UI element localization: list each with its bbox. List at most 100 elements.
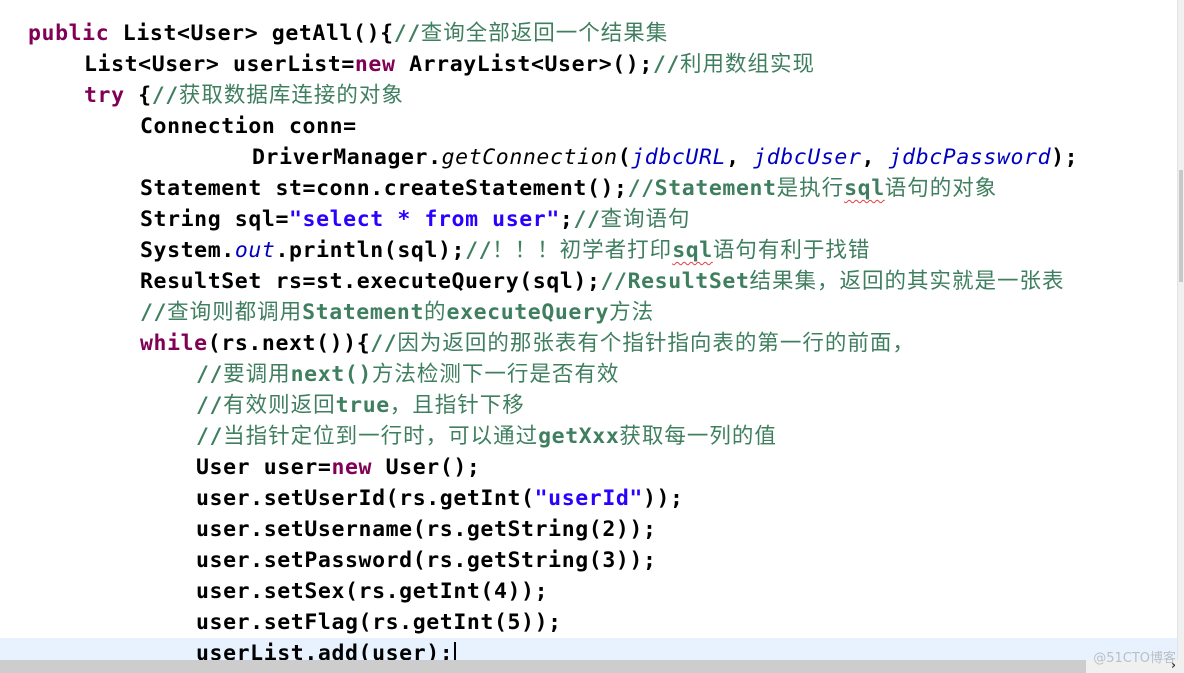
- comment-text: 语句有利于找错: [712, 238, 871, 263]
- code-token: user.setSex(rs.getInt(4));: [196, 579, 548, 604]
- horizontal-scrollbar[interactable]: ›: [0, 658, 1184, 673]
- token-text: List<User> userList=: [84, 52, 355, 77]
- token-text: getXxx: [538, 424, 620, 449]
- comment-token: //查询全部返回一个结果集: [394, 21, 669, 46]
- token-text: jdbcUser: [753, 145, 862, 170]
- token-text: Connection conn=: [140, 114, 357, 139]
- token-text: Statement: [302, 300, 425, 325]
- token-text: //: [393, 21, 421, 46]
- comment-token: //查询则都调用: [140, 300, 302, 325]
- comment-text: 查询语句: [600, 207, 691, 232]
- code-line[interactable]: System.out.println(sql);//！！！初学者打印sql语句有…: [0, 235, 1178, 266]
- code-token: userList.add(user);: [196, 641, 453, 660]
- token-text: executeQuery: [446, 300, 610, 325]
- token-text: ));: [642, 486, 684, 511]
- keyword-token: new: [331, 455, 372, 480]
- token-text: //: [370, 331, 398, 356]
- code-line[interactable]: user.setUsername(rs.getString(2));: [0, 514, 1178, 545]
- code-line[interactable]: User user=new User();: [0, 452, 1178, 483]
- token-text: user.setUsername(rs.getString(2));: [196, 517, 657, 542]
- code-line-content: Connection conn=: [140, 111, 357, 142]
- code-token: User user=: [196, 455, 331, 480]
- field-token: jdbcUser: [753, 145, 861, 170]
- token-text: jdbcURL: [631, 145, 727, 170]
- code-token: List<User> userList=: [84, 52, 355, 77]
- code-line[interactable]: ResultSet rs=st.executeQuery(sql);//Resu…: [0, 266, 1178, 297]
- code-line[interactable]: //有效则返回true，且指针下移: [0, 390, 1178, 421]
- code-line-content: user.setUsername(rs.getString(2));: [196, 514, 657, 545]
- token-text: user.setSex(rs.getInt(4));: [196, 579, 549, 604]
- token-text: User user=: [196, 455, 332, 480]
- token-text: //: [652, 52, 680, 77]
- token-text: //ResultSet: [600, 269, 750, 294]
- vertical-scrollbar-thumb[interactable]: [1179, 170, 1183, 282]
- code-line[interactable]: Statement st=conn.createStatement();//St…: [0, 173, 1178, 204]
- token-text: System.: [140, 238, 235, 263]
- code-line[interactable]: //要调用next()方法检测下一行是否有效: [0, 359, 1178, 390]
- token-text: DriverManager.: [252, 145, 442, 170]
- code-token: User();: [372, 455, 480, 480]
- code-token: (: [618, 145, 632, 170]
- comment-text: 获取数据库连接的对象: [178, 83, 404, 108]
- token-text: ArrayList<User>();: [395, 52, 653, 77]
- token-text: while: [140, 331, 208, 356]
- code-line-content: String sql="select * from user";//查询语句: [140, 204, 691, 235]
- token-text: out: [234, 238, 276, 263]
- code-line[interactable]: //当指针定位到一行时，可以通过getXxx获取每一列的值: [0, 421, 1178, 452]
- code-line[interactable]: //查询则都调用Statement的executeQuery方法: [0, 297, 1178, 328]
- token-text: new: [331, 455, 373, 480]
- comment-text: 方法检测下一行是否有效: [371, 362, 620, 387]
- comment-token: //获取数据库连接的对象: [152, 83, 404, 108]
- code-line[interactable]: user.setFlag(rs.getInt(5));: [0, 607, 1178, 638]
- code-line[interactable]: while(rs.next()){//因为返回的那张表有个指针指向表的第一行的前…: [0, 328, 1178, 359]
- code-token: System.: [140, 238, 235, 263]
- code-line-current[interactable]: userList.add(user);: [0, 638, 1178, 660]
- vertical-scrollbar[interactable]: [1177, 0, 1184, 660]
- comment-text: ，且指针下移: [389, 393, 525, 418]
- code-line[interactable]: DriverManager.getConnection(jdbcURL, jdb…: [0, 142, 1178, 173]
- watermark: @51CTO博客: [1093, 651, 1176, 666]
- field-token: jdbcPassword: [889, 145, 1052, 170]
- token-text: public: [28, 21, 110, 46]
- comment-text: 结果集，返回的其实就是一张表: [749, 269, 1065, 294]
- code-line-content: user.setFlag(rs.getInt(5));: [196, 607, 562, 638]
- code-line[interactable]: List<User> userList=new ArrayList<User>(…: [0, 49, 1178, 80]
- code-editor[interactable]: public List<User> getAll(){//查询全部返回一个结果集…: [0, 0, 1178, 660]
- horizontal-scrollbar-thumb[interactable]: [0, 660, 1086, 673]
- token-text: String sql=: [140, 207, 289, 232]
- token-text: new: [354, 52, 396, 77]
- comment-token: //要调用: [196, 362, 291, 387]
- code-line[interactable]: user.setPassword(rs.getString(3));: [0, 545, 1178, 576]
- comment-token: //因为返回的那张表有个指针指向表的第一行的前面，: [370, 331, 915, 356]
- comment-text: 因为返回的那张表有个指针指向表的第一行的前面，: [397, 331, 915, 356]
- code-token: user.setFlag(rs.getInt(5));: [196, 610, 562, 635]
- code-line[interactable]: String sql="select * from user";//查询语句: [0, 204, 1178, 235]
- comment-token: //当指针定位到一行时，可以通过: [196, 424, 538, 449]
- keyword-token: public: [28, 21, 109, 46]
- method-token: getConnection: [442, 145, 618, 170]
- comment-text: 获取每一列的值: [619, 424, 777, 449]
- code-line[interactable]: user.setSex(rs.getInt(4));: [0, 576, 1178, 607]
- code-token: (rs.next()){: [208, 331, 371, 356]
- token-text: sql: [672, 238, 713, 263]
- token-text: Statement st=conn.createStatement();: [140, 176, 628, 201]
- code-line-content: List<User> userList=new ArrayList<User>(…: [84, 49, 815, 80]
- code-line-content: public List<User> getAll(){//查询全部返回一个结果集: [28, 18, 668, 49]
- code-line[interactable]: Connection conn=: [0, 111, 1178, 142]
- code-line[interactable]: user.setUserId(rs.getInt("userId"));: [0, 483, 1178, 514]
- code-line[interactable]: try {//获取数据库连接的对象: [0, 80, 1178, 111]
- token-text: );: [1051, 145, 1079, 170]
- code-token: user.setPassword(rs.getString(3));: [196, 548, 657, 573]
- comment-text: 当指针定位到一行时，可以通过: [223, 424, 539, 449]
- token-text: {: [124, 83, 152, 108]
- code-line[interactable]: public List<User> getAll(){//查询全部返回一个结果集: [0, 18, 1178, 49]
- code-line-content: //有效则返回true，且指针下移: [196, 390, 525, 421]
- comment-token: //有效则返回: [196, 393, 336, 418]
- token-text: ,: [861, 145, 889, 170]
- token-text: sql: [844, 176, 885, 201]
- code-line-content: userList.add(user);: [196, 638, 456, 660]
- comment-token: //利用数组实现: [653, 52, 815, 77]
- code-line-content: user.setUserId(rs.getInt("userId"));: [196, 483, 684, 514]
- comment-text: 是执行: [776, 176, 845, 201]
- code-line-content: Statement st=conn.createStatement();//St…: [140, 173, 997, 204]
